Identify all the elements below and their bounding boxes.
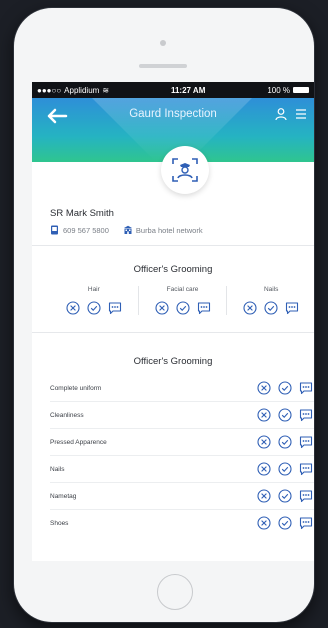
list-item: Pressed Apparence <box>50 429 314 456</box>
speaker-grille <box>139 64 187 68</box>
approve-icon[interactable] <box>264 301 278 315</box>
list-item: Complete uniform <box>50 375 314 402</box>
category-label: Nails <box>263 286 279 293</box>
comment-icon[interactable] <box>299 462 313 476</box>
divider <box>32 332 314 333</box>
officer-avatar <box>161 146 209 194</box>
approve-icon[interactable] <box>278 462 292 476</box>
approve-icon[interactable] <box>278 489 292 503</box>
front-camera <box>160 40 166 46</box>
section-title-grooming-categories: Officer's Grooming <box>133 264 213 275</box>
comment-icon[interactable] <box>285 301 299 315</box>
category-facial-care: Facial care <box>137 286 227 315</box>
battery-percent: 100 % <box>267 85 290 95</box>
reject-icon[interactable] <box>66 301 80 315</box>
list-item: Nails <box>50 456 314 483</box>
list-item: Shoes <box>50 510 314 536</box>
item-label: Cleanliness <box>50 411 84 419</box>
reject-icon[interactable] <box>243 301 257 315</box>
comment-icon[interactable] <box>299 408 313 422</box>
reject-icon[interactable] <box>257 462 271 476</box>
officer-name: SR Mark Smith <box>50 208 114 219</box>
reject-icon[interactable] <box>257 381 271 395</box>
reject-icon[interactable] <box>257 435 271 449</box>
wifi-icon: ≋ <box>102 85 110 95</box>
grooming-categories: Hair Facial care Nails <box>50 286 314 315</box>
approve-icon[interactable] <box>278 408 292 422</box>
approve-icon[interactable] <box>278 516 292 530</box>
page-title: Gaurd Inspection <box>129 108 217 120</box>
comment-icon[interactable] <box>197 301 211 315</box>
reject-icon[interactable] <box>154 301 169 315</box>
reject-icon[interactable] <box>257 489 271 503</box>
category-label: Facial care <box>166 286 199 293</box>
user-icon[interactable] <box>274 107 288 121</box>
officer-phone[interactable]: 609 567 5800 <box>63 226 109 235</box>
list-item: Cleanliness <box>50 402 314 429</box>
reject-icon[interactable] <box>257 516 271 530</box>
category-hair: Hair <box>50 286 138 315</box>
hotel-icon <box>123 225 132 234</box>
officer-contact-row: 609 567 5800 Burba hotel network <box>50 225 203 235</box>
item-label: Pressed Apparence <box>50 438 107 446</box>
status-time: 11:27 AM <box>170 85 206 95</box>
comment-icon[interactable] <box>299 435 313 449</box>
comment-icon[interactable] <box>299 516 313 530</box>
comment-icon[interactable] <box>108 301 122 315</box>
app-screen: ●●●○○ Applidium ≋ 11:27 AM 100 % Gaurd I… <box>32 82 314 561</box>
phone-icon <box>51 225 58 235</box>
approve-icon[interactable] <box>175 301 190 315</box>
approve-icon[interactable] <box>278 435 292 449</box>
signal-icon: ●●●○○ <box>37 85 62 95</box>
carrier-name: Applidium <box>64 85 100 95</box>
phone-frame: ●●●○○ Applidium ≋ 11:27 AM 100 % Gaurd I… <box>14 8 314 622</box>
officer-icon <box>172 158 198 182</box>
grooming-checklist: Complete uniform Cleanliness Pressed App… <box>50 375 314 536</box>
approve-icon[interactable] <box>87 301 101 315</box>
approve-icon[interactable] <box>278 381 292 395</box>
item-label: Nametag <box>50 492 77 500</box>
menu-icon[interactable] <box>294 107 308 121</box>
category-label: Hair <box>87 286 100 293</box>
reject-icon[interactable] <box>257 408 271 422</box>
category-nails: Nails <box>226 286 314 315</box>
battery-icon <box>293 87 309 93</box>
divider <box>32 245 314 246</box>
section-title-grooming-checklist: Officer's Grooming <box>133 356 213 367</box>
item-label: Complete uniform <box>50 384 102 392</box>
item-label: Nails <box>50 465 65 473</box>
list-item: Nametag <box>50 483 314 510</box>
comment-icon[interactable] <box>299 489 313 503</box>
status-bar: ●●●○○ Applidium ≋ 11:27 AM 100 % <box>32 82 314 98</box>
home-button[interactable] <box>157 574 193 610</box>
item-label: Shoes <box>50 519 69 527</box>
comment-icon[interactable] <box>299 381 313 395</box>
officer-hotel: Burba hotel network <box>135 225 203 235</box>
